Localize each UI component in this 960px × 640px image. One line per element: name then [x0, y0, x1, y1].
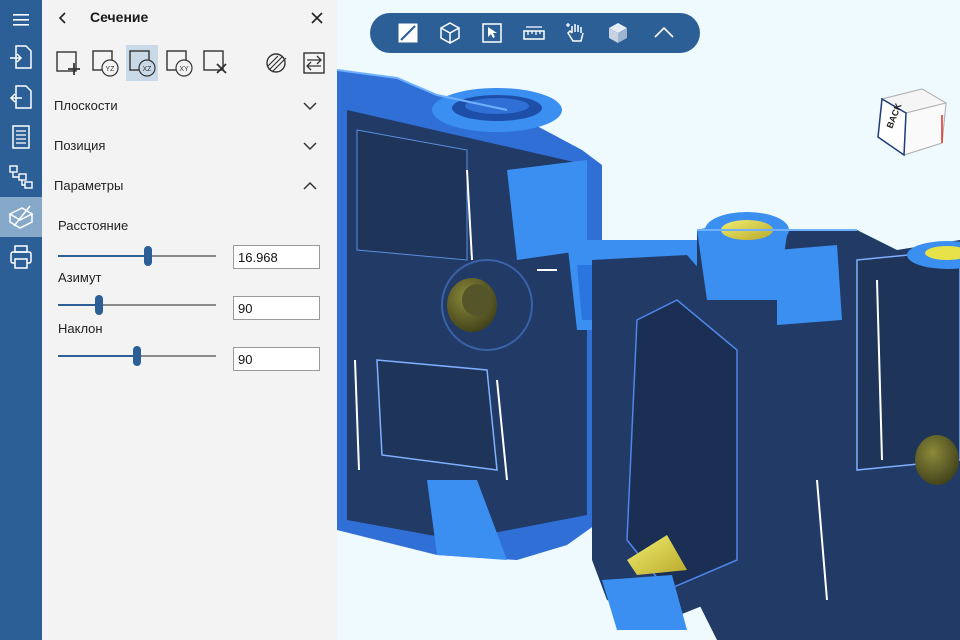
tilt-label: Наклон — [58, 321, 103, 336]
solid-cube-icon — [609, 23, 627, 43]
export-button[interactable] — [0, 77, 42, 117]
pan-button[interactable] — [564, 21, 588, 45]
plane-xy-icon: XY — [166, 50, 193, 77]
panel-title: Сечение — [90, 9, 149, 25]
distance-input[interactable] — [233, 245, 320, 269]
solid-view-button[interactable] — [606, 21, 630, 45]
plane-xz-icon: XZ — [129, 50, 156, 77]
toggle-cap-button[interactable] — [261, 45, 293, 81]
distance-label: Расстояние — [58, 218, 129, 233]
delete-plane-icon — [203, 50, 227, 74]
add-plane-icon — [56, 51, 80, 75]
plane-xz-button[interactable]: XZ — [126, 45, 158, 81]
chevron-down-icon — [303, 142, 317, 151]
box-view-button[interactable] — [438, 21, 462, 45]
ruler-icon — [523, 26, 545, 40]
add-plane-button[interactable] — [52, 45, 84, 81]
measure-button[interactable] — [522, 21, 546, 45]
plane-yz-icon: YZ — [92, 50, 119, 77]
view-cube[interactable]: BACK — [872, 85, 952, 165]
chevron-down-icon — [303, 102, 317, 111]
section-model-view — [337, 69, 960, 640]
parameters-section-label: Параметры — [54, 178, 124, 193]
slider-thumb[interactable] — [95, 295, 104, 315]
document-icon — [12, 125, 30, 149]
azimuth-slider[interactable] — [58, 295, 216, 315]
slider-thumb[interactable] — [133, 346, 141, 366]
left-rail — [0, 0, 42, 640]
print-icon — [10, 245, 32, 269]
close-icon — [311, 12, 323, 24]
menu-button[interactable] — [0, 0, 42, 40]
import-icon — [10, 45, 32, 69]
planes-section-label: Плоскости — [54, 98, 118, 113]
plane-xy-button[interactable]: XY — [163, 45, 195, 81]
plane-xz-label: XZ — [143, 66, 153, 73]
cube-outline-icon — [440, 22, 460, 44]
plane-yz-button[interactable]: YZ — [89, 45, 121, 81]
print-button[interactable] — [0, 237, 42, 277]
section-view-button[interactable] — [396, 21, 420, 45]
planes-section[interactable]: Плоскости — [42, 92, 337, 120]
section-plane-icon — [398, 23, 418, 43]
menu-icon — [13, 14, 29, 26]
tree-button[interactable] — [0, 157, 42, 197]
tilt-slider[interactable] — [58, 346, 216, 366]
slider-thumb[interactable] — [144, 246, 153, 266]
position-section-label: Позиция — [54, 138, 106, 153]
azimuth-label: Азимут — [58, 270, 102, 285]
position-section[interactable]: Позиция — [42, 132, 337, 160]
flip-icon — [303, 52, 325, 74]
document-button[interactable] — [0, 117, 42, 157]
azimuth-input[interactable] — [233, 296, 320, 320]
chevron-left-icon — [58, 12, 66, 24]
hand-icon — [566, 23, 584, 42]
parameters-section[interactable]: Параметры — [42, 172, 337, 200]
plane-yz-label: YZ — [106, 66, 116, 73]
import-button[interactable] — [0, 37, 42, 77]
close-button[interactable] — [306, 7, 328, 29]
section-icon — [8, 205, 34, 229]
delete-plane-button[interactable] — [200, 45, 232, 81]
select-icon — [482, 23, 502, 43]
flip-plane-button[interactable] — [298, 45, 330, 81]
distance-slider[interactable] — [58, 246, 216, 266]
chevron-up-icon — [654, 26, 674, 38]
plane-xy-label: XY — [179, 66, 189, 73]
back-button[interactable] — [52, 8, 74, 28]
tree-icon — [9, 165, 33, 189]
cap-toggle-icon — [266, 53, 287, 73]
section-button[interactable] — [0, 197, 42, 237]
3d-viewport[interactable]: BACK — [337, 0, 960, 640]
export-icon — [9, 85, 32, 109]
chevron-up-icon — [303, 181, 317, 190]
tilt-input[interactable] — [233, 347, 320, 371]
collapse-toolbar-button[interactable] — [652, 21, 676, 45]
select-button[interactable] — [480, 21, 504, 45]
